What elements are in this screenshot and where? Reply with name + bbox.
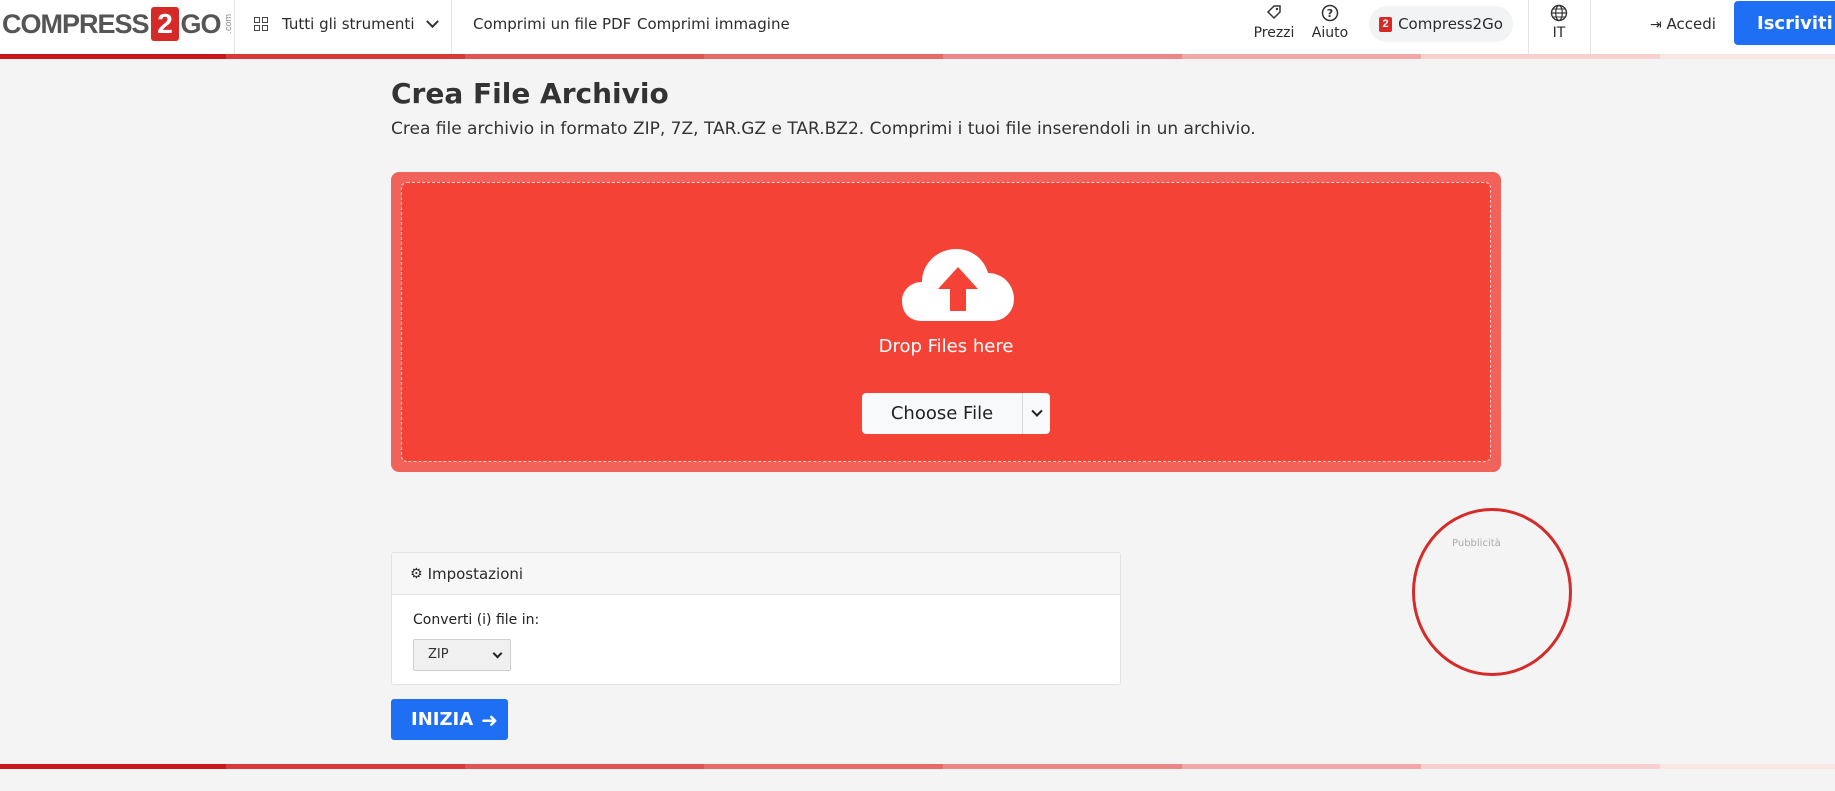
logo-suffix: .com [222, 14, 233, 34]
convert-format-label: Converti (i) file in: [413, 612, 540, 628]
all-tools-label: Tutti gli strumenti [282, 15, 415, 33]
top-navbar: COMPRESS 2 GO .com Tutti gli strumenti C… [0, 0, 1835, 54]
page-title: Crea File Archivio [391, 77, 669, 110]
bottom-color-stripe [0, 764, 1835, 769]
stripe-segment [226, 764, 465, 769]
divider [451, 0, 452, 54]
signup-button[interactable]: Iscriviti [1734, 1, 1835, 45]
dropzone-inner-area[interactable]: Drop Files here Choose File [401, 182, 1491, 462]
archive-format-select[interactable]: ZIP [413, 639, 511, 671]
language-selector[interactable]: IT [1546, 4, 1572, 41]
start-button[interactable]: INIZIA ➜ [391, 699, 508, 740]
login-label: Accedi [1666, 15, 1716, 33]
login-link[interactable]: ⇥ Accedi [1650, 0, 1716, 48]
stripe-segment [1660, 764, 1835, 769]
compress2go-pill[interactable]: 2 Compress2Go [1369, 6, 1513, 42]
archive-format-value: ZIP [428, 647, 449, 662]
all-tools-dropdown[interactable]: Tutti gli strumenti [254, 0, 440, 48]
stripe-segment [704, 764, 943, 769]
stripe-segment [943, 764, 1182, 769]
chevron-down-icon [1030, 405, 1043, 417]
stripe-segment [465, 54, 704, 59]
stripe-segment [1421, 764, 1660, 769]
page-subtitle: Crea file archivio in formato ZIP, 7Z, T… [391, 119, 1256, 139]
stripe-segment [0, 764, 226, 769]
file-dropzone[interactable]: Drop Files here Choose File [391, 172, 1501, 472]
stripe-segment [465, 764, 704, 769]
grid-icon [254, 17, 268, 31]
stripe-segment [943, 54, 1182, 59]
help-icon: ? [1310, 4, 1350, 22]
start-label: INIZIA [411, 709, 474, 730]
top-color-stripe [0, 54, 1835, 59]
logo-text-left: COMPRESS [2, 8, 150, 39]
prices-label: Prezzi [1253, 25, 1295, 41]
nav-compress-image[interactable]: Comprimi immagine [637, 0, 790, 48]
stripe-segment [226, 54, 465, 59]
stripe-segment [1182, 764, 1421, 769]
compress2go-logo[interactable]: COMPRESS 2 GO .com [2, 7, 233, 41]
annotation-circle [1412, 508, 1572, 676]
help-label: Aiuto [1311, 25, 1349, 41]
choose-file-source-dropdown[interactable] [1022, 393, 1050, 434]
drop-files-text: Drop Files here [878, 336, 1014, 357]
chevron-down-icon [426, 14, 440, 28]
divider [1590, 0, 1591, 54]
compress2go-pill-label: Compress2Go [1398, 15, 1503, 33]
nav-compress-pdf[interactable]: Comprimi un file PDF [473, 0, 631, 48]
help-link[interactable]: ? Aiuto [1310, 4, 1350, 41]
chevron-down-icon [492, 648, 503, 659]
compress2go-small-logo-icon: 2 [1379, 16, 1393, 32]
choose-file-group: Choose File [862, 393, 1050, 434]
stripe-segment [1182, 54, 1421, 59]
stripe-segment [0, 54, 226, 59]
logo-number: 2 [150, 7, 179, 41]
prices-link[interactable]: Prezzi [1253, 4, 1295, 41]
stripe-segment [704, 54, 943, 59]
tag-icon [1253, 4, 1295, 22]
svg-text:?: ? [1327, 7, 1333, 20]
stripe-segment [1660, 54, 1835, 59]
arrow-right-icon: ➜ [481, 707, 498, 732]
cloud-upload-icon [902, 249, 1014, 321]
logo-text-right: GO [180, 8, 222, 39]
settings-heading: Impostazioni [427, 564, 524, 583]
gears-icon: ⚙ [410, 565, 423, 582]
language-label: IT [1552, 25, 1566, 41]
login-icon: ⇥ [1650, 17, 1662, 33]
settings-panel: ⚙ Impostazioni Converti (i) file in: ZIP [391, 552, 1121, 685]
divider [1528, 0, 1529, 54]
stripe-segment [1421, 54, 1660, 59]
choose-file-button[interactable]: Choose File [862, 393, 1022, 434]
settings-header: ⚙ Impostazioni [392, 553, 1120, 595]
globe-icon [1546, 4, 1572, 22]
divider [234, 0, 235, 54]
